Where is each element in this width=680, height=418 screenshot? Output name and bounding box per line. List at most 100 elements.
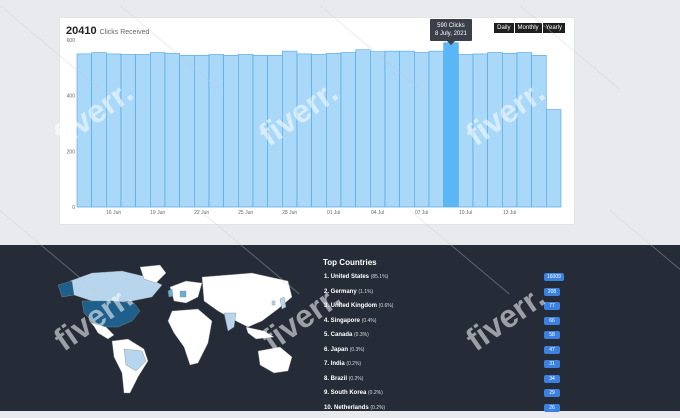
country-label: 9. South Korea bbox=[324, 390, 368, 396]
country-label: 1. United States bbox=[324, 274, 371, 280]
bar[interactable] bbox=[502, 53, 517, 207]
bar[interactable] bbox=[165, 53, 180, 207]
bar[interactable] bbox=[268, 55, 283, 207]
country-percent: (0.2%) bbox=[370, 405, 385, 411]
map-south-korea bbox=[272, 301, 275, 305]
bar[interactable] bbox=[429, 51, 444, 207]
clicks-bar-chart: 020040060016 Jun19 Jun22 Jun25 Jun28 Jun… bbox=[60, 18, 574, 224]
country-percent: (0.2%) bbox=[368, 390, 383, 396]
country-label: 2. Germany bbox=[324, 289, 358, 295]
country-count-badge: 31 bbox=[544, 360, 560, 368]
y-tick-label: 400 bbox=[67, 94, 76, 100]
top-countries-title: Top Countries bbox=[323, 258, 377, 267]
bar[interactable] bbox=[238, 54, 253, 207]
bar[interactable] bbox=[209, 54, 224, 207]
bar[interactable] bbox=[517, 53, 532, 207]
map-united-states bbox=[82, 301, 140, 327]
bar[interactable] bbox=[150, 53, 165, 207]
range-monthly-button[interactable]: Monthly bbox=[515, 23, 542, 33]
x-tick-label: 22 Jun bbox=[194, 210, 209, 216]
clicks-chart-card: 020040060016 Jun19 Jun22 Jun25 Jun28 Jun… bbox=[60, 18, 574, 224]
country-count-badge: 58 bbox=[544, 331, 560, 339]
tooltip-date: 8 July, 2021 bbox=[435, 30, 467, 38]
x-tick-label: 16 Jun bbox=[106, 210, 121, 216]
bar[interactable] bbox=[312, 54, 327, 207]
country-name: 10. Netherlands (0.2%) bbox=[324, 405, 385, 411]
bar[interactable] bbox=[326, 53, 341, 207]
chart-section: 020040060016 Jun19 Jun22 Jun25 Jun28 Jun… bbox=[0, 0, 680, 245]
map-alaska bbox=[58, 281, 74, 297]
total-clicks-value: 20410 bbox=[66, 25, 97, 37]
country-percent: (0.6%) bbox=[379, 303, 394, 309]
total-clicks-label: Clicks Received bbox=[100, 29, 150, 36]
country-name: 4. Singapore (0.4%) bbox=[324, 318, 376, 324]
country-name: 8. Brazil (0.2%) bbox=[324, 376, 363, 382]
x-tick-label: 19 Jun bbox=[150, 210, 165, 216]
bar[interactable] bbox=[458, 54, 473, 207]
bar[interactable] bbox=[106, 54, 121, 207]
country-name: 9. South Korea (0.2%) bbox=[324, 390, 383, 396]
bar[interactable] bbox=[194, 55, 209, 207]
bar[interactable] bbox=[297, 54, 312, 207]
bar[interactable] bbox=[370, 52, 385, 207]
bar[interactable] bbox=[136, 54, 151, 207]
tooltip-clicks: 590 Clicks bbox=[435, 22, 467, 30]
country-label: 5. Canada bbox=[324, 332, 354, 338]
country-row: 7. India (0.2%) 31 bbox=[324, 360, 574, 375]
country-row: 9. South Korea (0.2%) 29 bbox=[324, 389, 574, 404]
y-tick-label: 600 bbox=[67, 38, 76, 44]
country-percent: (0.4%) bbox=[362, 318, 377, 324]
country-count-badge: 47 bbox=[544, 346, 560, 354]
map-australia bbox=[258, 347, 292, 373]
x-tick-label: 25 Jun bbox=[238, 210, 253, 216]
bar[interactable] bbox=[282, 51, 297, 207]
map-southeast-asia bbox=[246, 327, 274, 339]
bar[interactable] bbox=[414, 53, 429, 207]
map-africa bbox=[168, 309, 212, 365]
country-name: 7. India (0.2%) bbox=[324, 361, 361, 367]
bar[interactable] bbox=[444, 43, 459, 207]
country-name: 5. Canada (0.3%) bbox=[324, 332, 369, 338]
bar[interactable] bbox=[488, 53, 503, 207]
y-tick-label: 0 bbox=[72, 205, 75, 211]
bar[interactable] bbox=[400, 51, 415, 207]
country-count-badge: 208 bbox=[544, 288, 560, 296]
bar[interactable] bbox=[180, 55, 195, 207]
country-row: 1. United States (85.1%)16009 bbox=[324, 273, 574, 288]
map-germany bbox=[180, 291, 186, 297]
bar[interactable] bbox=[253, 55, 268, 207]
country-name: 3. United Kingdom (0.6%) bbox=[324, 303, 393, 309]
country-count-badge: 29 bbox=[544, 389, 560, 397]
country-percent: (85.1%) bbox=[371, 274, 389, 280]
bar[interactable] bbox=[92, 53, 107, 207]
country-label: 7. India bbox=[324, 361, 346, 367]
bar[interactable] bbox=[473, 54, 488, 207]
bar[interactable] bbox=[224, 55, 239, 207]
country-label: 3. United Kingdom bbox=[324, 303, 379, 309]
bar[interactable] bbox=[356, 50, 371, 207]
bar[interactable] bbox=[77, 54, 92, 207]
country-percent: (0.2%) bbox=[346, 361, 361, 367]
y-tick-label: 200 bbox=[67, 149, 76, 155]
bar[interactable] bbox=[385, 51, 400, 207]
country-label: 10. Netherlands bbox=[324, 405, 370, 411]
country-row: 5. Canada (0.3%) 58 bbox=[324, 331, 574, 346]
bar[interactable] bbox=[546, 110, 561, 207]
x-tick-label: 04 Jul bbox=[371, 210, 384, 216]
country-percent: (1.1%) bbox=[358, 289, 373, 295]
country-name: 1. United States (85.1%) bbox=[324, 274, 388, 280]
range-switch: Daily Monthly Yearly bbox=[494, 23, 565, 33]
range-daily-button[interactable]: Daily bbox=[494, 23, 513, 33]
bar[interactable] bbox=[121, 54, 136, 207]
bar[interactable] bbox=[532, 55, 547, 207]
country-row: 8. Brazil (0.2%)34 bbox=[324, 375, 574, 390]
countries-section: Top Countries 1. United States (85.1%)16… bbox=[0, 245, 680, 411]
bar[interactable] bbox=[341, 53, 356, 207]
x-tick-label: 13 Jul bbox=[503, 210, 516, 216]
x-tick-label: 07 Jul bbox=[415, 210, 428, 216]
country-row: 6. Japan (0.3%)47 bbox=[324, 346, 574, 361]
range-yearly-button[interactable]: Yearly bbox=[543, 23, 565, 33]
country-label: 4. Singapore bbox=[324, 318, 362, 324]
country-count-badge: 66 bbox=[544, 317, 560, 325]
total-clicks: 20410Clicks Received bbox=[66, 25, 149, 37]
